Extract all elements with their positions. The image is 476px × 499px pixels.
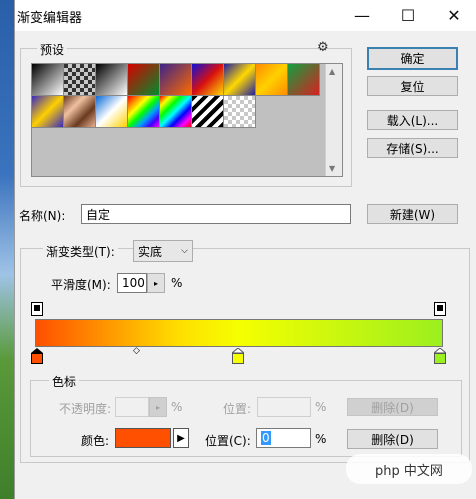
opacity-position-input — [257, 397, 311, 417]
window-title: 渐变编辑器 — [17, 11, 83, 26]
scroll-down-icon[interactable]: ▼ — [329, 164, 335, 173]
save-button[interactable]: 存储(S)... — [367, 138, 458, 158]
color-stop-start[interactable] — [31, 348, 43, 364]
minimize-button[interactable]: — — [339, 0, 385, 31]
color-position-input[interactable]: 0 — [256, 428, 311, 448]
title-bar: 渐变编辑器 — ☐ ✕ — [15, 0, 476, 31]
chevron-down-icon: ⌵ — [181, 246, 188, 256]
preset-swatch[interactable] — [32, 64, 64, 96]
name-label: 名称(N): — [19, 209, 66, 223]
gear-icon[interactable]: ⚙ — [317, 40, 329, 55]
preset-swatch[interactable] — [128, 96, 160, 128]
gradient-type-label: 渐变类型(T): — [43, 243, 118, 260]
ok-button[interactable]: 确定 — [367, 47, 458, 70]
new-button[interactable]: 新建(W) — [367, 204, 458, 224]
preset-swatch[interactable] — [64, 96, 96, 128]
preset-swatch[interactable] — [64, 64, 96, 96]
name-input[interactable]: 自定 — [81, 204, 351, 224]
preset-swatch[interactable] — [160, 96, 192, 128]
preset-swatch[interactable] — [288, 64, 320, 96]
preset-swatch-grid — [32, 64, 322, 128]
smoothness-label: 平滑度(M): — [51, 278, 111, 292]
opacity-label: 不透明度: — [59, 402, 112, 416]
preset-swatch[interactable] — [224, 96, 256, 128]
smoothness-input[interactable]: 100 — [117, 273, 147, 293]
color-stop-middle[interactable] — [230, 347, 246, 364]
gradient-type-value: 实底 — [138, 244, 163, 259]
color-stops-legend: 色标 — [49, 373, 80, 390]
midpoint-diamond-icon[interactable]: ◇ — [133, 346, 140, 356]
maximize-button[interactable]: ☐ — [385, 0, 431, 31]
load-button[interactable]: 载入(L)... — [367, 110, 458, 130]
preset-swatch[interactable] — [32, 96, 64, 128]
smoothness-stepper-arrow-icon[interactable]: ▸ — [147, 273, 165, 293]
preset-swatch[interactable] — [256, 64, 288, 96]
gradient-editor-window: 渐变编辑器 — ☐ ✕ 预设 ⚙ ▲ ▼ 确定 复位 载入(L)... 存储(S… — [14, 0, 476, 499]
close-button[interactable]: ✕ — [431, 0, 476, 31]
color-label: 颜色: — [81, 434, 110, 448]
color-stop-end[interactable] — [432, 347, 448, 364]
opacity-position-unit: % — [315, 400, 327, 414]
preset-swatch[interactable] — [192, 64, 224, 96]
color-position-unit: % — [315, 432, 327, 446]
gradient-type-select[interactable]: 实底 ⌵ — [133, 240, 193, 262]
opacity-stop-right[interactable] — [434, 302, 446, 316]
color-position-value: 0 — [261, 431, 271, 445]
watermark: php 中文网 — [346, 454, 472, 484]
delete-opacity-stop-button: 删除(D) — [347, 398, 438, 416]
preset-swatch[interactable] — [96, 96, 128, 128]
smoothness-unit: % — [171, 276, 183, 290]
gradient-preview-bar[interactable] — [35, 319, 443, 347]
preset-swatch[interactable] — [96, 64, 128, 96]
scroll-up-icon[interactable]: ▲ — [329, 67, 335, 76]
presets-legend: 预设 — [37, 41, 68, 58]
presets-scrollbar[interactable]: ▲ ▼ — [325, 64, 342, 176]
color-position-label: 位置(C): — [205, 434, 251, 448]
desktop-background — [0, 0, 14, 499]
opacity-position-label: 位置: — [223, 402, 252, 416]
opacity-unit: % — [171, 400, 183, 414]
preset-swatch[interactable] — [224, 64, 256, 96]
preset-swatch[interactable] — [128, 64, 160, 96]
reset-button[interactable]: 复位 — [367, 76, 458, 96]
opacity-input — [115, 397, 149, 417]
preset-swatch[interactable] — [192, 96, 224, 128]
presets-list: ▲ ▼ — [31, 63, 343, 177]
opacity-stop-left[interactable] — [31, 302, 43, 316]
delete-color-stop-button[interactable]: 删除(D) — [347, 429, 438, 449]
preset-swatch[interactable] — [160, 64, 192, 96]
color-swatch[interactable] — [115, 428, 171, 448]
color-menu-arrow-icon[interactable]: ▶ — [173, 428, 189, 448]
opacity-stepper-arrow-icon: ▸ — [149, 397, 167, 417]
